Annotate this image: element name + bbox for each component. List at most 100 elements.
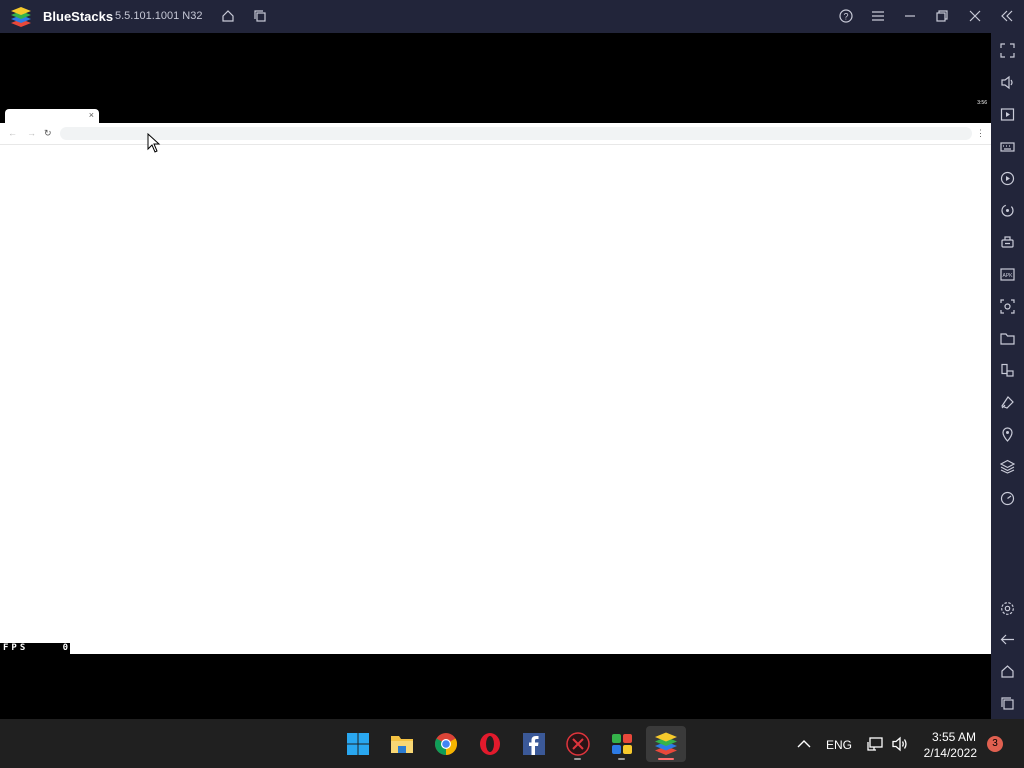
back-icon: [1000, 634, 1014, 644]
home-icon: [222, 10, 234, 22]
volume-button[interactable]: [998, 73, 1016, 91]
keyboard-icon: [999, 141, 1015, 152]
double-chevron-left-icon: [1001, 10, 1013, 22]
collapse-sidebar-button[interactable]: [998, 7, 1016, 25]
web-page-content[interactable]: [0, 145, 991, 654]
sync-button[interactable]: [998, 201, 1016, 219]
home-icon: [1000, 664, 1014, 678]
back-arrow-icon[interactable]: ←: [8, 128, 17, 138]
android-status-clock: 3:56: [977, 100, 987, 106]
fps-label: FPS: [3, 643, 29, 653]
menu-button[interactable]: [869, 7, 887, 25]
bluestacks-taskbar-button[interactable]: [646, 726, 686, 762]
android-viewport[interactable]: 3:56 × ← → ↻ ⋮ FPS 0: [0, 33, 991, 719]
minimize-icon: [905, 15, 915, 17]
windows-taskbar: ENG 3:55 AM 2/14/2022 3: [0, 719, 1024, 768]
clock-time[interactable]: 3:55 AM: [924, 730, 976, 744]
opera-icon: [480, 733, 500, 755]
performance-button[interactable]: [998, 489, 1016, 507]
settings-icon: [1000, 601, 1014, 615]
back-button[interactable]: [998, 630, 1016, 648]
eco-mode-button[interactable]: [998, 393, 1016, 411]
home-button[interactable]: [219, 7, 237, 25]
address-bar-input[interactable]: [60, 127, 972, 140]
chrome-icon: [435, 733, 457, 755]
reload-icon[interactable]: ↻: [44, 128, 52, 139]
opera-button[interactable]: [470, 726, 510, 762]
bluestacks-logo-icon: [10, 6, 32, 28]
clock-date[interactable]: 2/14/2022: [920, 746, 977, 760]
game-controls-icon: [1000, 235, 1014, 248]
recent-apps-icon: [1000, 696, 1014, 710]
hamburger-icon: [872, 11, 884, 21]
browser-tab[interactable]: ×: [5, 109, 99, 123]
volume-icon: [1000, 75, 1013, 89]
browser-menu-icon[interactable]: ⋮: [976, 128, 985, 139]
multi-instance-icon: [254, 10, 266, 22]
fullscreen-button[interactable]: [998, 41, 1016, 59]
folder-icon: [999, 332, 1015, 345]
side-toolbar: APK: [991, 33, 1024, 719]
keyboard-button[interactable]: [998, 137, 1016, 155]
title-bar: BlueStacks 5.5.101.1001 N32 ?: [0, 0, 1024, 33]
close-icon: [969, 10, 981, 22]
show-hidden-icons-chevron-icon[interactable]: [795, 735, 813, 753]
game-controls-button[interactable]: [998, 233, 1016, 251]
bluestacks-x-icon: [566, 732, 590, 756]
chrome-button[interactable]: [426, 726, 466, 762]
active-indicator: [658, 758, 674, 760]
bluestacks-x-button[interactable]: [558, 726, 598, 762]
help-button[interactable]: ?: [837, 7, 855, 25]
minimize-button[interactable]: [901, 7, 919, 25]
close-button[interactable]: [966, 7, 984, 25]
fps-counter: FPS 0: [0, 643, 70, 654]
fullscreen-icon: [999, 42, 1015, 58]
layers-button[interactable]: [998, 457, 1016, 475]
multi-instance-icon: [1000, 363, 1014, 377]
restore-button[interactable]: [933, 7, 951, 25]
macro-button[interactable]: [998, 169, 1016, 187]
app-title: BlueStacks: [43, 9, 114, 24]
app-version: 5.5.101.1001 N32: [115, 10, 203, 22]
running-indicator: [574, 758, 581, 760]
start-button[interactable]: [338, 726, 378, 762]
network-icon[interactable]: [866, 735, 884, 753]
performance-icon: [1000, 491, 1014, 505]
folder-button[interactable]: [998, 329, 1016, 347]
recent-apps-button[interactable]: [998, 694, 1016, 712]
svg-text:?: ?: [843, 12, 848, 22]
location-icon: [1001, 426, 1013, 442]
mouse-cursor-icon: [147, 133, 161, 153]
forward-arrow-icon[interactable]: →: [27, 128, 36, 138]
facebook-icon: [523, 733, 545, 755]
fps-value: 0: [62, 643, 68, 653]
file-explorer-icon: [391, 736, 413, 753]
multi-instance-manager-button[interactable]: [602, 726, 642, 762]
settings-button[interactable]: [998, 599, 1016, 617]
location-button[interactable]: [998, 425, 1016, 443]
android-home-button[interactable]: [998, 662, 1016, 680]
facebook-button[interactable]: [514, 726, 554, 762]
tab-close-icon[interactable]: ×: [89, 110, 94, 120]
input-language[interactable]: ENG: [826, 738, 852, 752]
bluestacks-icon: [655, 732, 677, 755]
file-explorer-button[interactable]: [382, 726, 422, 762]
multi-instance-side-button[interactable]: [998, 361, 1016, 379]
screenshot-icon: [999, 298, 1015, 314]
restore-icon: [936, 10, 948, 22]
media-manager-icon: [1000, 107, 1014, 121]
apk-install-button[interactable]: APK: [998, 265, 1016, 283]
screenshot-button[interactable]: [998, 297, 1016, 315]
running-indicator: [618, 758, 625, 760]
multi-instance-manager-icon: [612, 734, 632, 754]
eco-mode-icon: [1000, 395, 1014, 409]
media-manager-button[interactable]: [998, 105, 1016, 123]
apk-install-icon: APK: [999, 267, 1015, 281]
macro-recorder-icon: [1000, 171, 1014, 185]
layers-icon: [999, 459, 1015, 474]
help-icon: ?: [839, 9, 853, 23]
windows-start-icon: [347, 733, 369, 755]
notification-badge[interactable]: 3: [987, 736, 1003, 752]
multi-instance-button[interactable]: [251, 7, 269, 25]
speaker-icon[interactable]: [891, 735, 909, 753]
